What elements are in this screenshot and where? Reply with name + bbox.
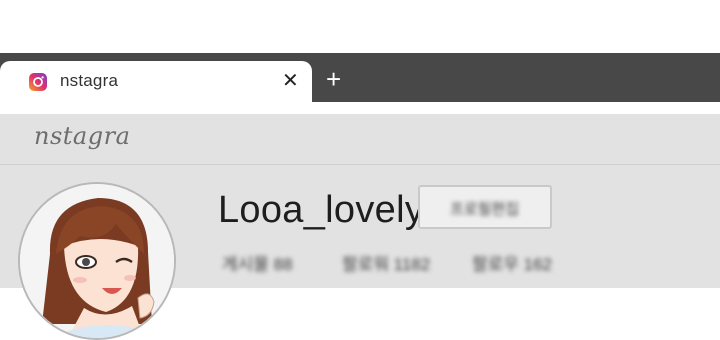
site-header: nstagra (0, 114, 720, 165)
edit-profile-label: 프로필편집 (450, 201, 520, 218)
toolbar-gap (0, 102, 720, 114)
tab-title: nstagra (60, 71, 119, 90)
stat-following[interactable]: 팔로우 162 (472, 250, 552, 275)
browser-tab[interactable]: nstagra ✕ (0, 61, 312, 102)
top-blank (0, 0, 720, 53)
edit-profile-button[interactable]: 프로필편집 (418, 185, 552, 229)
close-icon[interactable]: ✕ (282, 69, 299, 93)
stat-posts[interactable]: 게시물 88 (222, 250, 293, 275)
avatar-illustration (20, 184, 174, 338)
instagram-icon (28, 72, 48, 92)
stat-followers[interactable]: 팔로워 1182 (342, 250, 430, 275)
avatar[interactable] (18, 182, 176, 340)
profile-username: Looa_lovely (218, 189, 425, 231)
new-tab-button[interactable]: + (326, 64, 341, 94)
page-content: nstagra Looa_lovely 프로필편집 게시물 88 팔로워 118… (0, 114, 720, 340)
site-logo[interactable]: nstagra (34, 122, 130, 150)
browser-tab-bar: nstagra ✕ (0, 53, 720, 102)
